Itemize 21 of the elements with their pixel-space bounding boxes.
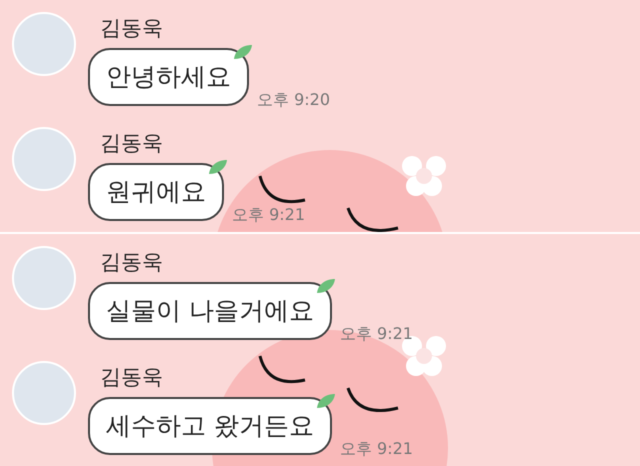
leaf-icon	[316, 393, 336, 409]
sender-name: 김동욱	[100, 364, 163, 391]
flower-icon	[402, 156, 446, 196]
message-bubble: 안녕하세요	[88, 48, 249, 106]
leaf-icon	[208, 159, 228, 175]
curve-line	[258, 356, 306, 384]
message-time: 오후 9:21	[232, 204, 306, 226]
message-time: 오후 9:21	[340, 323, 413, 345]
curve-line	[258, 176, 306, 204]
leaf-icon	[316, 278, 336, 294]
message-bubble: 원귀에요	[88, 163, 224, 221]
message-time: 오후 9:20	[257, 89, 330, 111]
sender-name: 김동욱	[100, 15, 163, 42]
curve-line	[346, 387, 398, 412]
sender-name: 김동욱	[100, 249, 163, 276]
message-bubble: 세수하고 왔거든요	[88, 397, 332, 455]
leaf-icon	[233, 44, 253, 60]
sender-name: 김동욱	[100, 130, 163, 157]
message-time: 오후 9:21	[340, 438, 413, 460]
message-bubble: 실물이 나을거에요	[88, 282, 332, 340]
curve-line	[346, 207, 398, 232]
